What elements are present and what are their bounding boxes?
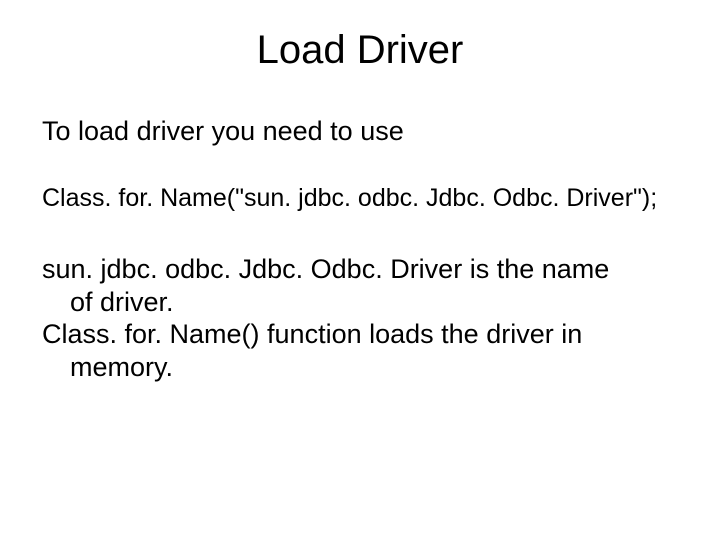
explain-line-1-cont: of driver. bbox=[42, 286, 670, 318]
explain-line-1: sun. jdbc. odbc. Jdbc. Odbc. Driver is t… bbox=[42, 253, 670, 285]
slide: Load Driver To load driver you need to u… bbox=[0, 0, 720, 540]
code-line: Class. for. Name("sun. jdbc. odbc. Jdbc.… bbox=[42, 183, 670, 213]
slide-title: Load Driver bbox=[0, 0, 720, 83]
explain-line-2-cont: memory. bbox=[42, 351, 670, 383]
slide-body: To load driver you need to use Class. fo… bbox=[0, 83, 720, 383]
explain-line-2: Class. for. Name() function loads the dr… bbox=[42, 318, 670, 350]
explanation-block: sun. jdbc. odbc. Jdbc. Odbc. Driver is t… bbox=[42, 253, 670, 383]
intro-text: To load driver you need to use bbox=[42, 115, 670, 147]
